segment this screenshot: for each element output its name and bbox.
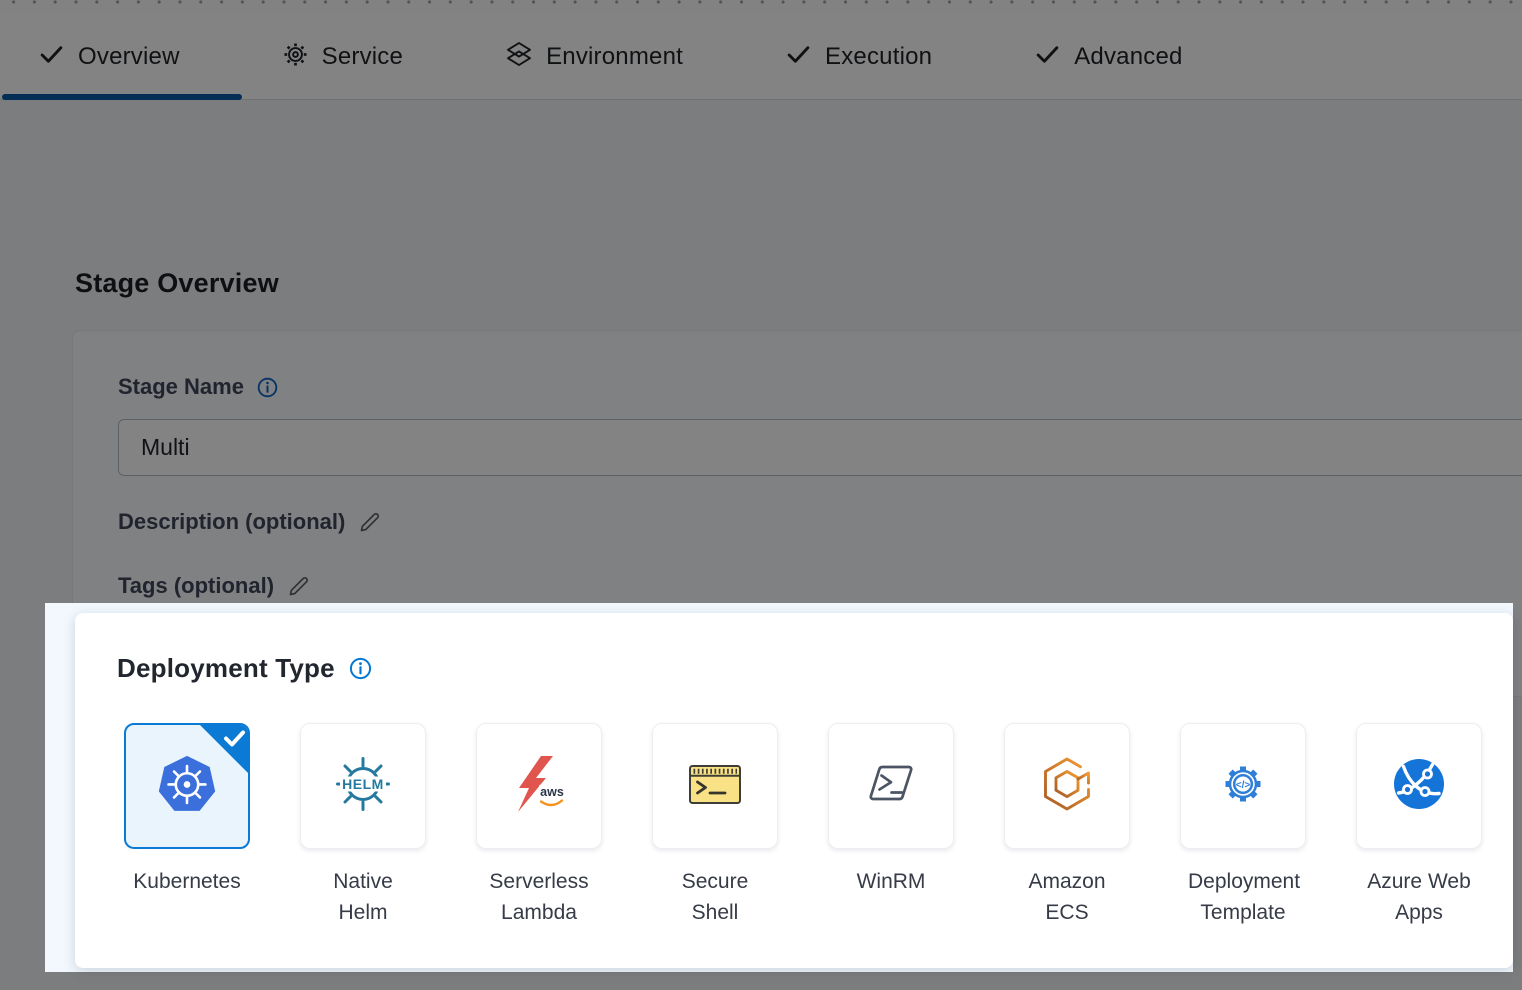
secure-shell-tile[interactable] bbox=[652, 723, 778, 849]
deployment-type-heading-row: Deployment Type bbox=[117, 653, 373, 684]
deployment-type-tiles: Kubernetes bbox=[124, 723, 1482, 928]
tile-label: Secure Shell bbox=[660, 866, 770, 928]
tile-label: WinRM bbox=[836, 866, 946, 897]
stage-config-screen: Overview Service bbox=[0, 0, 1522, 990]
amazon-ecs-icon bbox=[1035, 752, 1099, 821]
info-icon[interactable] bbox=[348, 656, 373, 681]
selected-check-fold bbox=[199, 724, 249, 774]
deployment-option-winrm: WinRM bbox=[828, 723, 954, 928]
svg-text:HELM: HELM bbox=[342, 775, 384, 791]
deployment-option-azure-web-apps: Azure Web Apps bbox=[1356, 723, 1482, 928]
kubernetes-tile[interactable] bbox=[124, 723, 250, 849]
deployment-type-spotlight: Deployment Type bbox=[45, 603, 1513, 972]
deployment-option-deployment-template: </> Deployment Template bbox=[1180, 723, 1306, 928]
deployment-option-kubernetes: Kubernetes bbox=[124, 723, 250, 928]
tile-label: Azure Web Apps bbox=[1364, 866, 1474, 928]
tile-label: Serverless Lambda bbox=[484, 866, 594, 928]
native-helm-tile[interactable]: HELM bbox=[300, 723, 426, 849]
deployment-type-title: Deployment Type bbox=[117, 653, 335, 684]
deployment-template-tile[interactable]: </> bbox=[1180, 723, 1306, 849]
tile-label: Kubernetes bbox=[132, 866, 242, 897]
svg-text:aws: aws bbox=[540, 785, 564, 799]
deployment-option-serverless-lambda: aws Serverless Lambda bbox=[476, 723, 602, 928]
tile-label: Native Helm bbox=[308, 866, 418, 928]
powershell-icon bbox=[859, 752, 923, 821]
azure-globe-icon bbox=[1387, 752, 1451, 821]
gear-code-icon: </> bbox=[1211, 752, 1275, 821]
deployment-option-amazon-ecs: Amazon ECS bbox=[1004, 723, 1130, 928]
serverless-lambda-tile[interactable]: aws bbox=[476, 723, 602, 849]
terminal-icon bbox=[683, 752, 747, 821]
aws-lambda-icon: aws bbox=[507, 752, 571, 821]
deployment-type-card: Deployment Type bbox=[75, 613, 1513, 968]
tile-label: Deployment Template bbox=[1188, 866, 1298, 928]
tile-label: Amazon ECS bbox=[1012, 866, 1122, 928]
helm-icon: HELM bbox=[331, 752, 395, 821]
azure-web-apps-tile[interactable] bbox=[1356, 723, 1482, 849]
deployment-option-native-helm: HELM Native Helm bbox=[300, 723, 426, 928]
amazon-ecs-tile[interactable] bbox=[1004, 723, 1130, 849]
winrm-tile[interactable] bbox=[828, 723, 954, 849]
deployment-option-secure-shell: Secure Shell bbox=[652, 723, 778, 928]
svg-text:</>: </> bbox=[1236, 780, 1251, 791]
